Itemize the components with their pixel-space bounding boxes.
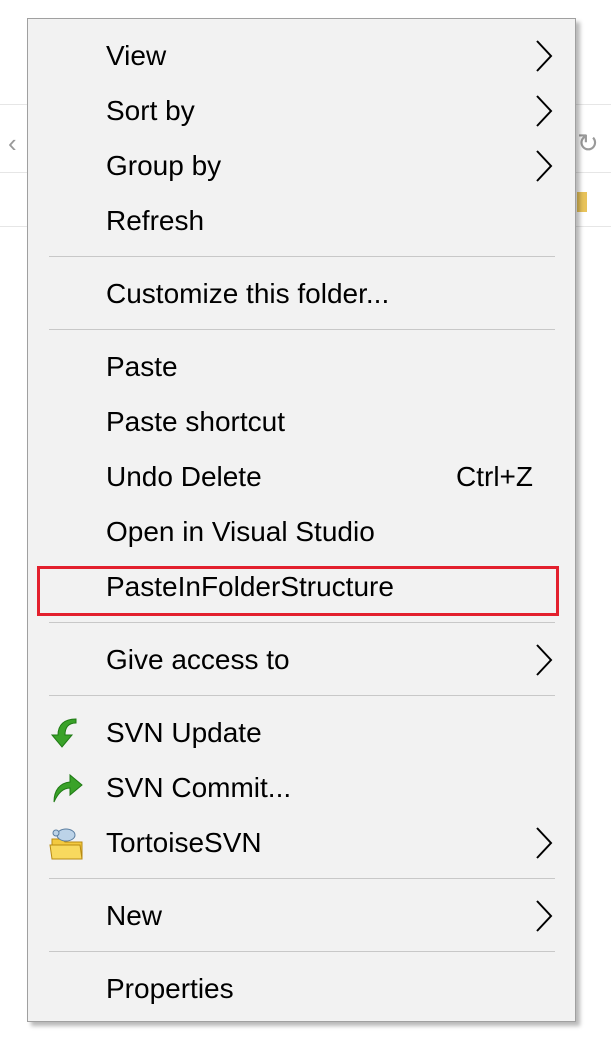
back-arrow-icon: ‹	[8, 128, 17, 158]
menu-item-label: Paste	[106, 351, 178, 382]
menu-separator	[49, 329, 555, 330]
menu-item-label: Undo Delete	[106, 461, 262, 492]
menu-item-label: Open in Visual Studio	[106, 516, 375, 547]
highlight-annotation-box	[37, 566, 559, 616]
chevron-right-icon	[536, 644, 553, 676]
refresh-icon: ↻	[577, 128, 599, 158]
menu-item-give-access-to[interactable]: Give access to	[28, 632, 575, 687]
menu-item-new[interactable]: New	[28, 888, 575, 943]
menu-item-label: Paste shortcut	[106, 406, 285, 437]
tortoisesvn-icon	[49, 828, 83, 860]
menu-item-shortcut: Ctrl+Z	[456, 461, 533, 492]
menu-item-undo-delete[interactable]: Undo Delete Ctrl+Z	[28, 449, 575, 504]
menu-item-refresh[interactable]: Refresh	[28, 193, 575, 248]
chevron-right-icon	[536, 900, 553, 932]
menu-item-svn-update[interactable]: SVN Update	[28, 705, 575, 760]
menu-item-sort-by[interactable]: Sort by	[28, 83, 575, 138]
menu-separator	[49, 951, 555, 952]
menu-item-label: Sort by	[106, 95, 195, 126]
menu-item-view[interactable]: View	[28, 28, 575, 83]
menu-separator	[49, 878, 555, 879]
menu-item-paste-shortcut[interactable]: Paste shortcut	[28, 394, 575, 449]
menu-item-label: Give access to	[106, 644, 290, 675]
chevron-right-icon	[536, 95, 553, 127]
menu-item-label: Refresh	[106, 205, 205, 236]
menu-separator	[49, 695, 555, 696]
menu-item-label: Properties	[106, 973, 234, 1004]
menu-item-tortoisesvn[interactable]: TortoiseSVN	[28, 815, 575, 870]
menu-item-svn-commit[interactable]: SVN Commit...	[28, 760, 575, 815]
menu-item-customize-folder[interactable]: Customize this folder...	[28, 266, 575, 321]
menu-item-label: SVN Update	[106, 717, 262, 748]
menu-item-label: TortoiseSVN	[106, 827, 262, 858]
folder-icon	[577, 192, 587, 212]
chevron-right-icon	[536, 827, 553, 859]
menu-item-group-by[interactable]: Group by	[28, 138, 575, 193]
svn-update-icon	[50, 718, 77, 748]
menu-separator	[49, 622, 555, 623]
menu-item-label: Customize this folder...	[106, 278, 390, 309]
menu-item-paste[interactable]: Paste	[28, 339, 575, 394]
svn-commit-icon	[53, 773, 83, 803]
chevron-right-icon	[536, 40, 553, 72]
context-menu: View Sort by Group by Refresh Customize …	[27, 18, 576, 1022]
menu-separator	[49, 256, 555, 257]
chevron-right-icon	[536, 150, 553, 182]
menu-item-label: SVN Commit...	[106, 772, 292, 803]
menu-item-open-in-visual-studio[interactable]: Open in Visual Studio	[28, 504, 575, 559]
menu-item-properties[interactable]: Properties	[28, 961, 575, 1016]
menu-item-label: Group by	[106, 150, 222, 181]
menu-item-label: New	[106, 900, 163, 931]
menu-item-label: View	[106, 40, 167, 71]
